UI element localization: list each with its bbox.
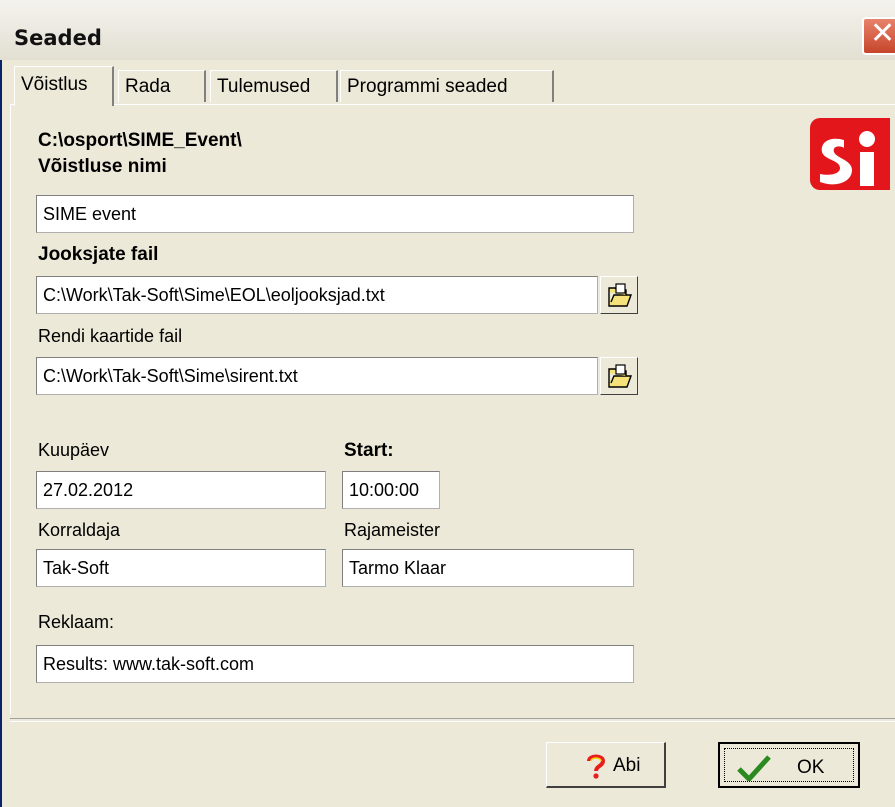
- rental-file-label: Rendi kaartide fail: [38, 326, 183, 346]
- rental-file-field[interactable]: C:\Work\Tak-Soft\Sime\sirent.txt: [36, 357, 598, 395]
- organizer-label: Korraldaja: [38, 520, 121, 540]
- settings-dialog: Seaded ✕ Võistlus Rada Tulemused Program…: [0, 0, 895, 807]
- tab-voistlus[interactable]: Võistlus: [14, 66, 114, 106]
- ok-button-label: OK: [797, 757, 825, 778]
- bottom-divider: [10, 718, 895, 722]
- organizer-field[interactable]: Tak-Soft: [36, 549, 326, 587]
- date-field[interactable]: 27.02.2012: [36, 471, 326, 509]
- date-label: Kuupäev: [38, 440, 110, 460]
- help-button[interactable]: Abi: [546, 742, 666, 788]
- checkmark-icon: [737, 755, 771, 781]
- ad-field[interactable]: Results: www.tak-soft.com: [36, 645, 634, 683]
- course-setter-field[interactable]: Tarmo Klaar: [342, 549, 634, 587]
- tab-rada[interactable]: Rada: [118, 70, 206, 102]
- help-question-icon: [587, 754, 606, 779]
- window-title: Seaded: [14, 26, 102, 50]
- start-label: Start:: [344, 440, 394, 461]
- runners-file-label: Jooksjate fail: [38, 244, 159, 265]
- si-logo-icon: [820, 131, 875, 186]
- tab-tulemused[interactable]: Tulemused: [210, 70, 338, 102]
- runners-file-field[interactable]: C:\Work\Tak-Soft\Sime\EOL\eoljooksjad.tx…: [36, 276, 598, 314]
- runners-file-browse-button[interactable]: [600, 276, 638, 314]
- event-name-label: Võistluse nimi: [38, 156, 167, 177]
- event-path: C:\osport\SIME_Event\: [38, 130, 242, 151]
- course-setter-label: Rajameister: [344, 520, 441, 540]
- open-folder-icon: [608, 364, 632, 388]
- window-border: [0, 60, 2, 807]
- tab-programmi-seaded[interactable]: Programmi seaded: [340, 70, 554, 102]
- title-bar: Seaded ✕: [0, 0, 895, 60]
- ok-button[interactable]: OK: [718, 742, 860, 788]
- close-icon: ✕: [870, 16, 895, 51]
- event-name-field[interactable]: SIME event: [36, 195, 634, 233]
- help-button-label: Abi: [613, 755, 641, 776]
- rental-file-browse-button[interactable]: [600, 357, 638, 395]
- start-time-field[interactable]: 10:00:00: [342, 471, 440, 509]
- close-button[interactable]: ✕: [862, 16, 895, 55]
- open-folder-icon: [608, 283, 632, 307]
- ad-label: Reklaam:: [38, 612, 115, 632]
- si-logo: si: [810, 118, 890, 190]
